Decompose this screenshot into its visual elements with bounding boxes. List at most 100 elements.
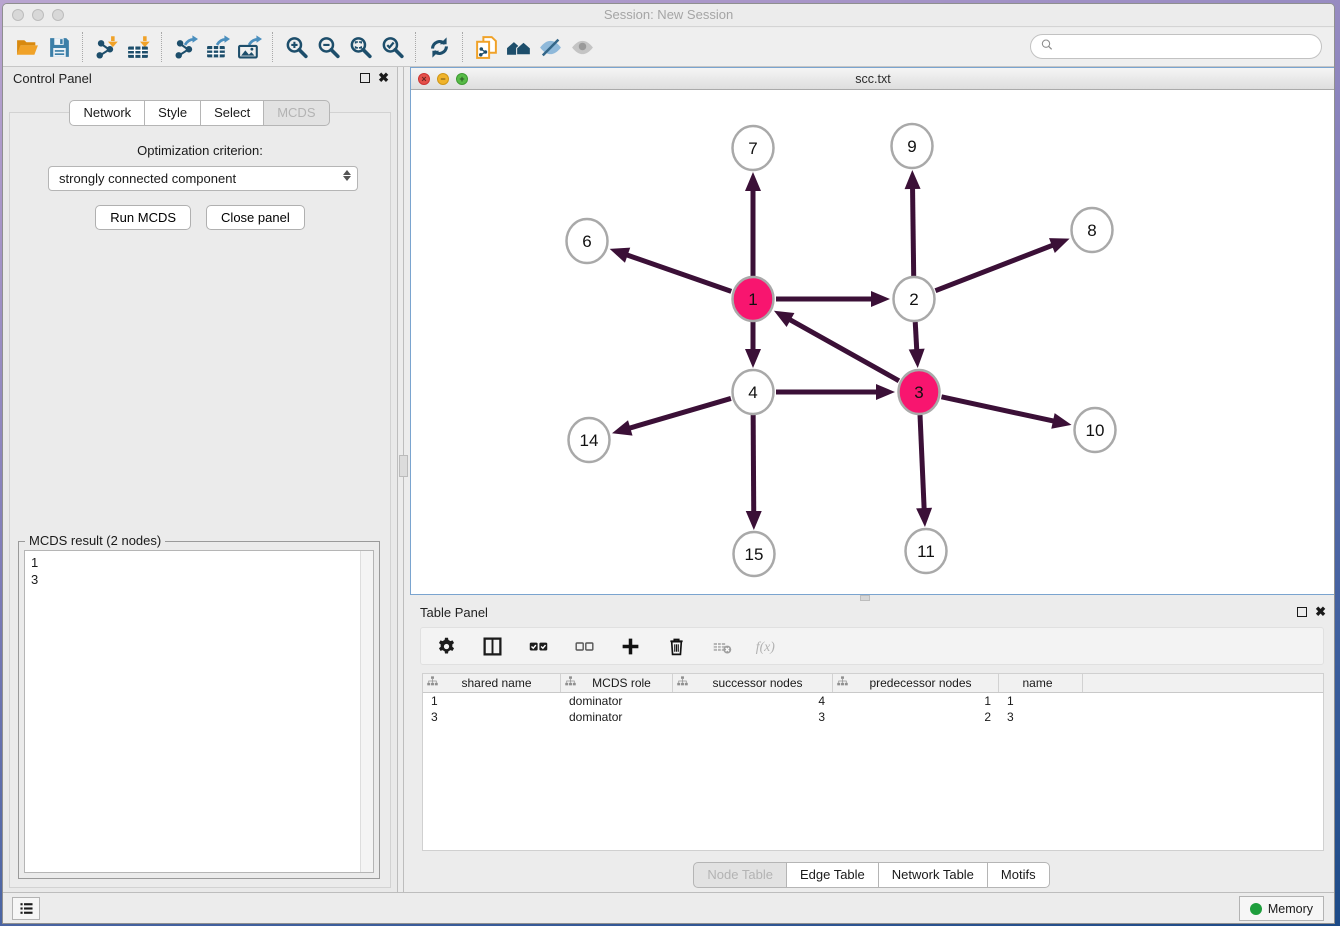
zoom-fit-icon[interactable] — [344, 32, 376, 62]
refresh-icon[interactable] — [423, 32, 455, 62]
table-cell: 2 — [833, 709, 999, 725]
search-input[interactable] — [1060, 39, 1313, 54]
float-panel-icon[interactable] — [1297, 607, 1307, 617]
memory-label: Memory — [1268, 902, 1313, 916]
node-label-15: 15 — [745, 545, 764, 564]
edge-3-10[interactable] — [941, 397, 1054, 421]
edge-2-8[interactable] — [935, 245, 1053, 291]
import-network-icon[interactable] — [90, 32, 122, 62]
export-network-icon[interactable] — [169, 32, 201, 62]
node-label-11: 11 — [917, 542, 935, 561]
control-panel: Control Panel ✖ NetworkStyleSelectMCDS O… — [3, 67, 398, 894]
edge-arrow-4-3 — [876, 384, 895, 400]
table-row[interactable]: 1dominator411 — [423, 693, 1323, 709]
mcds-result-title: MCDS result (2 nodes) — [25, 533, 165, 548]
search-icon — [1039, 37, 1055, 56]
edge-3-11[interactable] — [920, 415, 924, 510]
close-panel-icon[interactable]: ✖ — [378, 72, 389, 84]
node-label-8: 8 — [1087, 221, 1096, 240]
run-mcds-button[interactable]: Run MCDS — [95, 205, 191, 230]
zoom-out-icon[interactable] — [312, 32, 344, 62]
deselect-all-icon[interactable] — [571, 633, 597, 659]
table-cell: dominator — [561, 693, 673, 709]
tab-edge-table[interactable]: Edge Table — [786, 862, 879, 888]
zoom-in-icon[interactable] — [280, 32, 312, 62]
toolbar-separator — [161, 32, 162, 62]
column-header-shared-name[interactable]: shared name — [423, 674, 561, 692]
table-header-row: shared nameMCDS rolesuccessor nodesprede… — [423, 674, 1323, 693]
edge-arrow-3-10 — [1051, 413, 1071, 429]
add-icon[interactable] — [617, 633, 643, 659]
network-graph: 7968124314101511 — [411, 90, 1335, 594]
column-header-name[interactable]: name — [999, 674, 1083, 692]
float-panel-icon[interactable] — [360, 73, 370, 83]
node-label-6: 6 — [582, 232, 591, 251]
hide-eye-icon[interactable] — [534, 32, 566, 62]
node-label-1: 1 — [748, 290, 757, 309]
result-scrollbar[interactable] — [360, 551, 373, 872]
tab-mcds[interactable]: MCDS — [263, 100, 329, 126]
vertical-split-divider[interactable] — [398, 67, 410, 894]
edge-arrow-2-9 — [905, 170, 921, 189]
select-stepper-icon — [343, 170, 351, 181]
edge-arrow-1-2 — [871, 291, 890, 307]
edge-arrow-2-8 — [1049, 238, 1070, 253]
tab-network-table[interactable]: Network Table — [878, 862, 988, 888]
edge-2-3[interactable] — [915, 322, 917, 351]
table-row[interactable]: 3dominator323 — [423, 709, 1323, 725]
trash-icon[interactable] — [663, 633, 689, 659]
delete-table-icon — [709, 633, 735, 659]
home-icon[interactable] — [502, 32, 534, 62]
node-label-9: 9 — [907, 137, 916, 156]
optimization-select[interactable]: strongly connected component — [48, 166, 358, 191]
tab-motifs[interactable]: Motifs — [987, 862, 1050, 888]
network-view-window: × − + scc.txt 7968124314101511 — [410, 67, 1335, 595]
close-panel-icon[interactable]: ✖ — [1315, 606, 1326, 618]
export-image-icon[interactable] — [233, 32, 265, 62]
mcds-result-text: 1 3 — [31, 554, 38, 588]
edge-3-1[interactable] — [789, 319, 899, 381]
edge-2-9[interactable] — [913, 187, 914, 276]
open-folder-icon[interactable] — [11, 32, 43, 62]
edge-arrow-2-3 — [909, 349, 925, 368]
edge-4-15[interactable] — [753, 415, 754, 513]
column-header-successor-nodes[interactable]: successor nodes — [673, 674, 833, 692]
show-eye-icon[interactable] — [566, 32, 598, 62]
table-cell: 4 — [673, 693, 833, 709]
divider-grip[interactable] — [399, 455, 408, 477]
memory-button[interactable]: Memory — [1239, 896, 1324, 921]
table-cell: 1 — [833, 693, 999, 709]
tab-select[interactable]: Select — [200, 100, 264, 126]
toolbar-separator — [462, 32, 463, 62]
tab-style[interactable]: Style — [144, 100, 201, 126]
network-title: scc.txt — [411, 72, 1335, 86]
select-all-icon[interactable] — [525, 633, 551, 659]
node-label-7: 7 — [748, 139, 757, 158]
task-history-button[interactable] — [12, 897, 40, 920]
table-cell: 3 — [999, 709, 1083, 725]
column-header-predecessor-nodes[interactable]: predecessor nodes — [833, 674, 999, 692]
toolbar-separator — [415, 32, 416, 62]
network-canvas[interactable]: 7968124314101511 — [411, 90, 1335, 594]
edge-1-6[interactable] — [626, 255, 732, 292]
export-table-icon[interactable] — [201, 32, 233, 62]
import-table-icon[interactable] — [122, 32, 154, 62]
search-box[interactable] — [1030, 34, 1322, 59]
table-panel-title: Table Panel — [420, 605, 488, 620]
edge-4-14[interactable] — [628, 398, 731, 428]
tab-node-table[interactable]: Node Table — [693, 862, 787, 888]
zoom-selected-icon[interactable] — [376, 32, 408, 62]
window-title: Session: New Session — [3, 7, 1334, 22]
table-cell: dominator — [561, 709, 673, 725]
mcds-result-area[interactable]: 1 3 — [24, 550, 374, 873]
columns-icon[interactable] — [479, 633, 505, 659]
hierarchy-icon — [673, 675, 689, 691]
gear-icon[interactable] — [433, 633, 459, 659]
save-icon[interactable] — [43, 32, 75, 62]
optimization-value: strongly connected component — [59, 171, 236, 186]
copy-network-icon[interactable] — [470, 32, 502, 62]
close-panel-button[interactable]: Close panel — [206, 205, 305, 230]
mcds-result-group: MCDS result (2 nodes) 1 3 — [18, 541, 380, 879]
tab-network[interactable]: Network — [69, 100, 145, 126]
column-header-MCDS-role[interactable]: MCDS role — [561, 674, 673, 692]
